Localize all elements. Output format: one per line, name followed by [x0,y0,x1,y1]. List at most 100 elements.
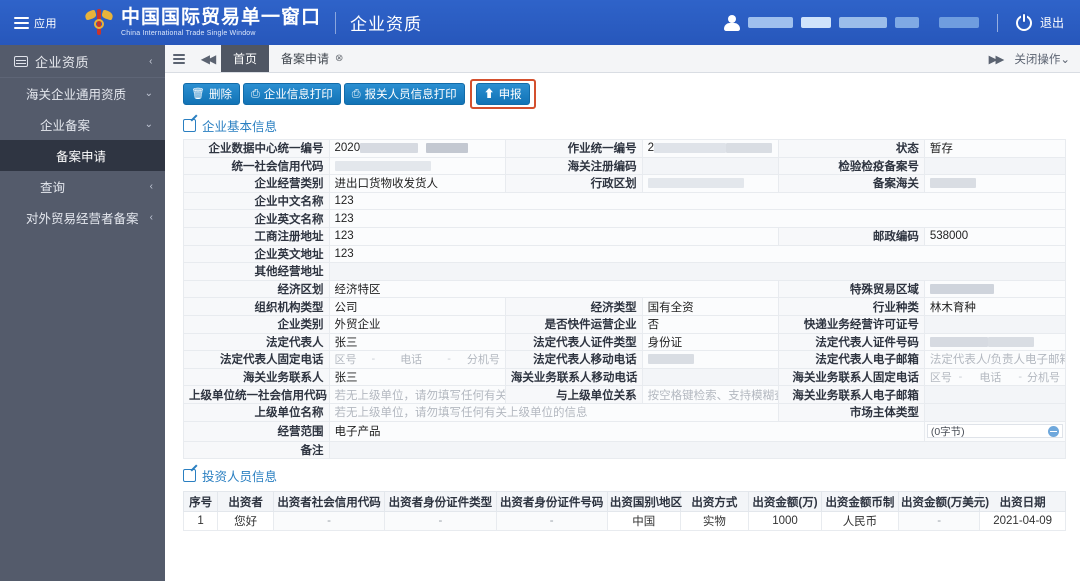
cell-currency[interactable]: 人民币 [820,511,899,532]
power-icon[interactable] [1015,13,1032,31]
cell-country[interactable]: 中国 [606,511,681,532]
tab-close-icon[interactable]: ⊗ [335,53,343,64]
field-value[interactable]: 经济特区 [328,279,780,299]
field-value[interactable]: 123 [328,244,1067,264]
logout-button[interactable]: 退出 [1040,14,1064,31]
field-value[interactable]: 538000 [923,226,1067,246]
sidebar-item-customs-general[interactable]: 海关企业通用资质 ⌄ [0,78,165,109]
field-value[interactable]: 林木育种 [923,297,1067,316]
byte-counter-label: (0字节) [930,425,965,438]
field-value[interactable]: 身份证 [641,332,780,352]
basic-info-form: 企业数据中心统一编号 2020 作业统一编号 2 状态 暂存 统一社会信用代码 … [165,139,1080,460]
field-value[interactable]: 123 [328,209,1067,228]
field-value[interactable]: 国有全资 [641,297,780,316]
field-value[interactable] [923,174,1067,193]
field-value[interactable] [923,385,1067,404]
legal-rep-email-field[interactable]: 法定代表人/负责人电子邮箱 [923,350,1067,369]
print-enterprise-info-button[interactable]: ⎙ 企业信息打印 [242,83,341,105]
delete-button[interactable]: 🗑 删除 [183,83,240,105]
cell-amount[interactable]: 1000 [748,511,822,532]
cell-id-number[interactable]: - [495,511,608,532]
tab-menu-icon[interactable] [165,45,193,72]
field-value[interactable] [641,174,780,193]
column-header: 出资金额(万美元) [897,491,989,513]
field-value[interactable]: 123 [328,226,780,246]
field-value[interactable] [923,402,1067,422]
print-declarant-info-button[interactable]: ⎙ 报关人员信息打印 [343,83,465,105]
cell-date[interactable]: 2021-04-09 [979,511,1066,532]
redacted-value [929,284,994,295]
form-row: 组织机构类型 公司 经济类型 国有全资 行业种类 林木育种 [183,297,1067,316]
basic-info-section-header: 企业基本信息 [165,113,1080,139]
basic-info-section-title: 企业基本信息 [202,120,278,134]
field-value[interactable]: 外贸企业 [328,314,506,334]
chevron-left-icon[interactable]: ‹ [149,56,153,67]
field-value[interactable]: 张三 [328,332,506,352]
parent-relation-field[interactable]: 按空格键检索、支持模糊查询 [641,385,780,404]
redacted-value [334,160,431,171]
parent-name-field[interactable]: 若无上级单位，请勿填写任何有关上级单位的信息 [328,402,780,422]
parent-credit-code-field[interactable]: 若无上级单位，请勿填写任何有关上级 [328,385,506,404]
field-label: 法定代表人移动电话 [504,350,643,369]
user-meta-redacted-4 [938,17,979,28]
field-value[interactable]: 否 [641,314,780,334]
apps-menu-button[interactable]: 应用 [0,15,69,31]
sidebar-item-enterprise-record[interactable]: 企业备案 ⌄ [0,109,165,140]
action-toolbar: 🗑 删除 ⎙ 企业信息打印 ⎙ 报关人员信息打印 ⬆ 申报 [165,73,1080,113]
cell-credit-code[interactable]: - [272,511,386,532]
field-label: 海关注册编码 [504,156,643,176]
cell-contribution-type[interactable]: 实物 [679,511,750,532]
declare-button[interactable]: ⬆ 申报 [475,83,530,105]
sidebar-item-foreign-trade-operator[interactable]: 对外贸易经营者备案 ‹ [0,202,165,233]
chevron-left-icon: ‹ [149,181,153,192]
field-value[interactable] [328,440,1067,460]
field-value[interactable] [923,279,1067,299]
top-bar: 应用 中国国际贸易单一窗口 China International Trade … [0,0,1080,45]
sidebar-item-label: 海关企业通用资质 [26,88,127,102]
sidebar-header[interactable]: 企业资质 ‹ [0,45,165,78]
chevron-double-right-icon[interactable]: ▶▶ [989,52,1005,66]
field-label: 企业经营类别 [183,174,330,193]
field-value[interactable] [923,156,1067,176]
sidebar-item-query[interactable]: 查询 ‹ [0,171,165,202]
tab-scroll-left-button[interactable]: ◀◀ [193,45,221,72]
column-header: 出资者 [217,491,274,513]
customs-contact-landline-field[interactable]: 区号 - 电话 - 分机号 [923,367,1067,387]
phone-placeholder: 电话 [979,372,1002,385]
business-scope-field[interactable]: 电子产品 [328,420,925,442]
tab-home[interactable]: 首页 [221,45,270,72]
field-label: 状态 [778,139,925,158]
tab-record-application[interactable]: 备案申请 ⊗ [269,45,355,72]
close-operations-menu[interactable]: 关闭操作⌄ [1014,51,1070,67]
field-value[interactable] [641,156,780,176]
field-value[interactable] [328,156,506,176]
header-divider [335,11,337,34]
main-content: ◀◀ 首页 备案申请 ⊗ ▶▶ 关闭操作⌄ 🗑 删除 ⎙ 企业信息打印 ⎙ 报关… [165,45,1080,581]
table-row[interactable]: 1 您好 - - - 中国 实物 1000 人民币 - 2021-04-09 [182,511,1066,532]
field-value[interactable]: 2 [641,139,780,158]
dash: - [958,371,963,384]
field-value[interactable] [328,262,1067,281]
field-value[interactable] [923,332,1067,352]
minus-circle-icon[interactable] [1048,425,1059,437]
legal-rep-landline-field[interactable]: 区号 - 电话 - 分机号 [328,350,506,369]
brand-title-cn: 中国国际贸易单一窗口 [121,6,322,28]
field-value[interactable] [923,314,1067,334]
field-label: 企业中文名称 [183,191,330,211]
field-value[interactable] [641,367,780,387]
field-value[interactable]: 进出口货物收发货人 [328,174,506,193]
username-redacted [747,17,793,28]
dash: - [447,353,451,366]
field-value[interactable]: 123 [328,191,1067,211]
cell-amount-usd[interactable]: - [897,511,981,532]
cell-id-type[interactable]: - [384,511,497,532]
field-value[interactable]: 张三 [328,367,506,387]
byte-counter[interactable]: (0字节) [926,424,1063,438]
field-value[interactable] [641,350,780,369]
field-value[interactable]: 2020 [328,139,506,158]
user-avatar-icon[interactable] [723,14,740,31]
field-value[interactable]: 公司 [328,297,506,316]
sidebar-item-record-application[interactable]: 备案申请 [0,140,165,171]
delete-button-label: 删除 [208,89,232,101]
cell-investor[interactable]: 您好 [217,511,274,532]
